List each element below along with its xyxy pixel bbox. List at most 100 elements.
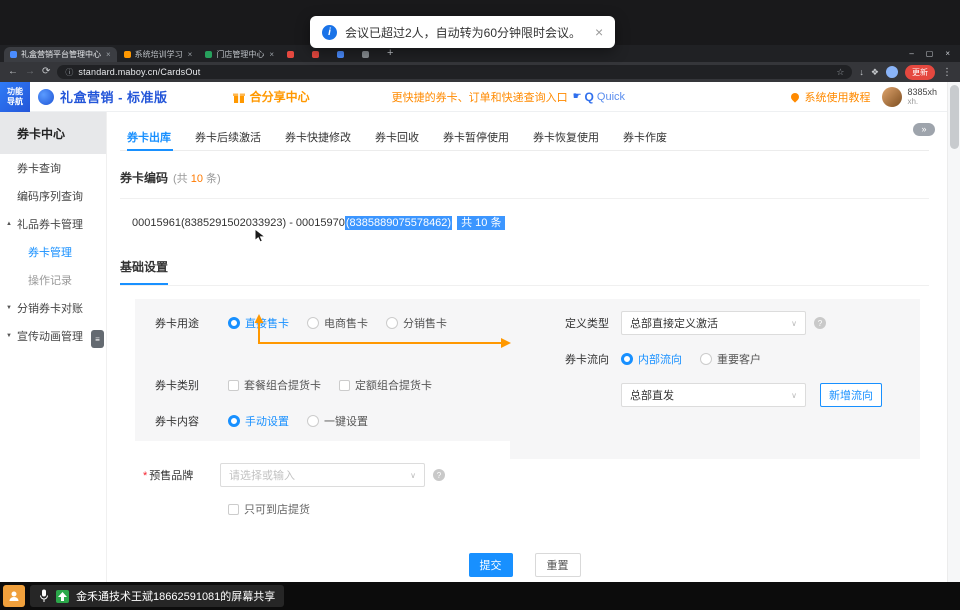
quick-link[interactable]: Q Quick [585,90,625,104]
quick-entry-link[interactable]: 更快捷的券卡、订单和快递查询入口 [392,89,568,105]
site-info-icon[interactable]: ⓘ [65,67,73,78]
submit-button[interactable]: 提交 [469,553,513,577]
screen-share-icon[interactable] [56,590,69,603]
tab-card-resume[interactable]: 券卡恢复使用 [521,124,611,150]
checkbox-package-combo-card[interactable]: 套餐组合提货卡 [228,377,321,393]
panel-expand-button[interactable]: » [913,123,935,136]
system-tutorial-link[interactable]: 系统使用教程 [791,89,870,105]
page-scrollbar[interactable] [947,82,960,582]
tab-card-recycle[interactable]: 券卡回收 [363,124,431,150]
option-label: 套餐组合提货卡 [244,377,321,393]
browser-tab-mini[interactable] [331,47,355,62]
tab-card-void[interactable]: 券卡作废 [611,124,679,150]
feature-nav-button[interactable]: 功能 导航 [0,82,30,112]
extensions-icon[interactable]: ❖ [871,67,879,78]
sidebar-item-label: 宣传动画管理 [17,328,83,344]
presale-brand-select[interactable]: 请选择或输入 ∨ [220,463,425,487]
tab-title: 系统培训学习 [135,49,183,60]
browser-profile-avatar[interactable] [886,66,898,78]
radio-ecommerce-sale[interactable]: 电商售卡 [307,315,368,331]
browser-tab-mini[interactable] [281,47,305,62]
radio-icon [307,415,319,427]
sidebar-item-code-sequence-query[interactable]: 编码序列查询 [0,182,106,210]
card-content-label: 券卡内容 [155,413,217,429]
sidebar-item-card-management[interactable]: 券卡管理 [0,238,106,266]
presale-brand-row: *预售品牌 请选择或输入 ∨ ? [143,463,929,487]
flow-select[interactable]: 总部直发 ∨ [621,383,806,407]
radio-icon [386,317,398,329]
tab-card-suspend[interactable]: 券卡暂停使用 [431,124,521,150]
reload-icon[interactable]: ⟳ [42,67,50,77]
browser-tab-active[interactable]: 礼盒营销平台管理中心 × [4,47,117,62]
minimize-button[interactable]: – [909,49,913,58]
code-range-selected: (8385889075578462) [345,216,452,230]
tab-close-icon[interactable]: × [188,50,193,59]
gift-icon [232,90,246,104]
help-icon[interactable]: ? [433,469,445,481]
toast-message: 会议已超过2人，自动转为60分钟限时会议。 [345,24,581,41]
tab-close-icon[interactable]: × [106,50,111,59]
expand-triangle-icon: ▲ [6,221,17,227]
user-names: 8385xh xh. [907,87,937,107]
checkbox-fixed-amount-combo-card[interactable]: 定额组合提货卡 [339,377,432,393]
add-flow-button[interactable]: 新增流向 [820,383,882,407]
sidebar-item-card-query[interactable]: 券卡查询 [0,154,106,182]
window-close-button[interactable]: × [945,49,950,58]
sidebar-item-label: 分销券卡对账 [17,300,83,316]
browser-tab[interactable]: 门店管理中心 × [199,47,280,62]
browser-window: 礼盒营销平台管理中心 × 系统培训学习 × 门店管理中心 × + – ▢ × [0,45,960,582]
reset-button[interactable]: 重置 [535,553,581,577]
web-app: 功能 导航 礼盒营销 - 标准版 合分享中心 更快捷的券卡、订单和快递查询入口 … [0,82,960,582]
share-center-link[interactable]: 合分享中心 [232,88,310,105]
define-type-select[interactable]: 总部直接定义激活 ∨ [621,311,806,335]
browser-update-button[interactable]: 更新 [905,65,935,80]
bookmark-star-icon[interactable]: ☆ [836,67,844,78]
sidebar-group-distribution-reconciliation[interactable]: ▼ 分销券卡对账 [0,294,106,322]
tab-title: 门店管理中心 [216,49,264,60]
sidebar-item-operation-log[interactable]: 操作记录 [0,266,106,294]
tab-card-outbound[interactable]: 券卡出库 [120,124,183,150]
tab-card-followup-activation[interactable]: 券卡后续激活 [183,124,273,150]
browser-menu-icon[interactable]: ⋮ [942,67,952,78]
back-icon[interactable]: ← [8,67,18,77]
radio-distribution-sale[interactable]: 分销售卡 [386,315,447,331]
tutorial-label: 系统使用教程 [804,89,870,105]
download-icon[interactable]: ↓ [859,67,864,77]
favicon [287,51,294,58]
url-field[interactable]: ⓘ standard.maboy.cn/CardsOut ☆ [57,65,852,79]
sidebar-collapse-handle[interactable]: ≡ [91,330,104,348]
sidebar-item-label: 券卡查询 [17,160,61,176]
chevron-down-icon: ∨ [791,391,797,400]
radio-manual-setup[interactable]: 手动设置 [228,413,289,429]
forward-icon[interactable]: → [25,67,35,77]
code-range-text: 00015961(8385291502033923) - 00015970 [132,217,345,229]
user-avatar[interactable] [882,87,902,107]
define-type-label: 定义类型 [565,315,615,331]
maximize-button[interactable]: ▢ [926,49,934,58]
radio-one-click-setup[interactable]: 一键设置 [307,413,368,429]
radio-icon [228,415,240,427]
card-action-tabs: 券卡出库 券卡后续激活 券卡快捷修改 券卡回收 券卡暂停使用 券卡恢复使用 券卡… [120,124,929,151]
sidebar: 券卡中心 券卡查询 编码序列查询 ▲ 礼品券卡管理 券卡管理 [0,112,107,582]
favicon [362,51,369,58]
toast-close-icon[interactable]: × [595,24,603,40]
new-tab-button[interactable]: + [387,46,393,61]
microphone-icon[interactable] [39,589,49,603]
sidebar-group-gift-card-management[interactable]: ▲ 礼品券卡管理 [0,210,106,238]
browser-tab-mini[interactable] [356,47,380,62]
tab-close-icon[interactable]: × [269,50,274,59]
scrollbar-thumb[interactable] [950,85,959,149]
browser-tab[interactable]: 系统培训学习 × [118,47,199,62]
card-code-range: 00015961(8385291502033923) - 00015970(83… [132,214,929,230]
basic-settings-title: 基础设置 [120,258,168,285]
radio-internal-flow[interactable]: 内部流向 [621,351,682,367]
radio-direct-sale[interactable]: 直接售卡 [228,315,289,331]
divider [120,198,929,199]
checkbox-icon[interactable] [228,504,239,515]
pin-icon [790,91,801,102]
browser-tab-mini[interactable] [306,47,330,62]
radio-icon [228,317,240,329]
radio-important-customer[interactable]: 重要客户 [700,351,761,367]
tab-card-quick-edit[interactable]: 券卡快捷修改 [273,124,363,150]
help-icon[interactable]: ? [814,317,826,329]
